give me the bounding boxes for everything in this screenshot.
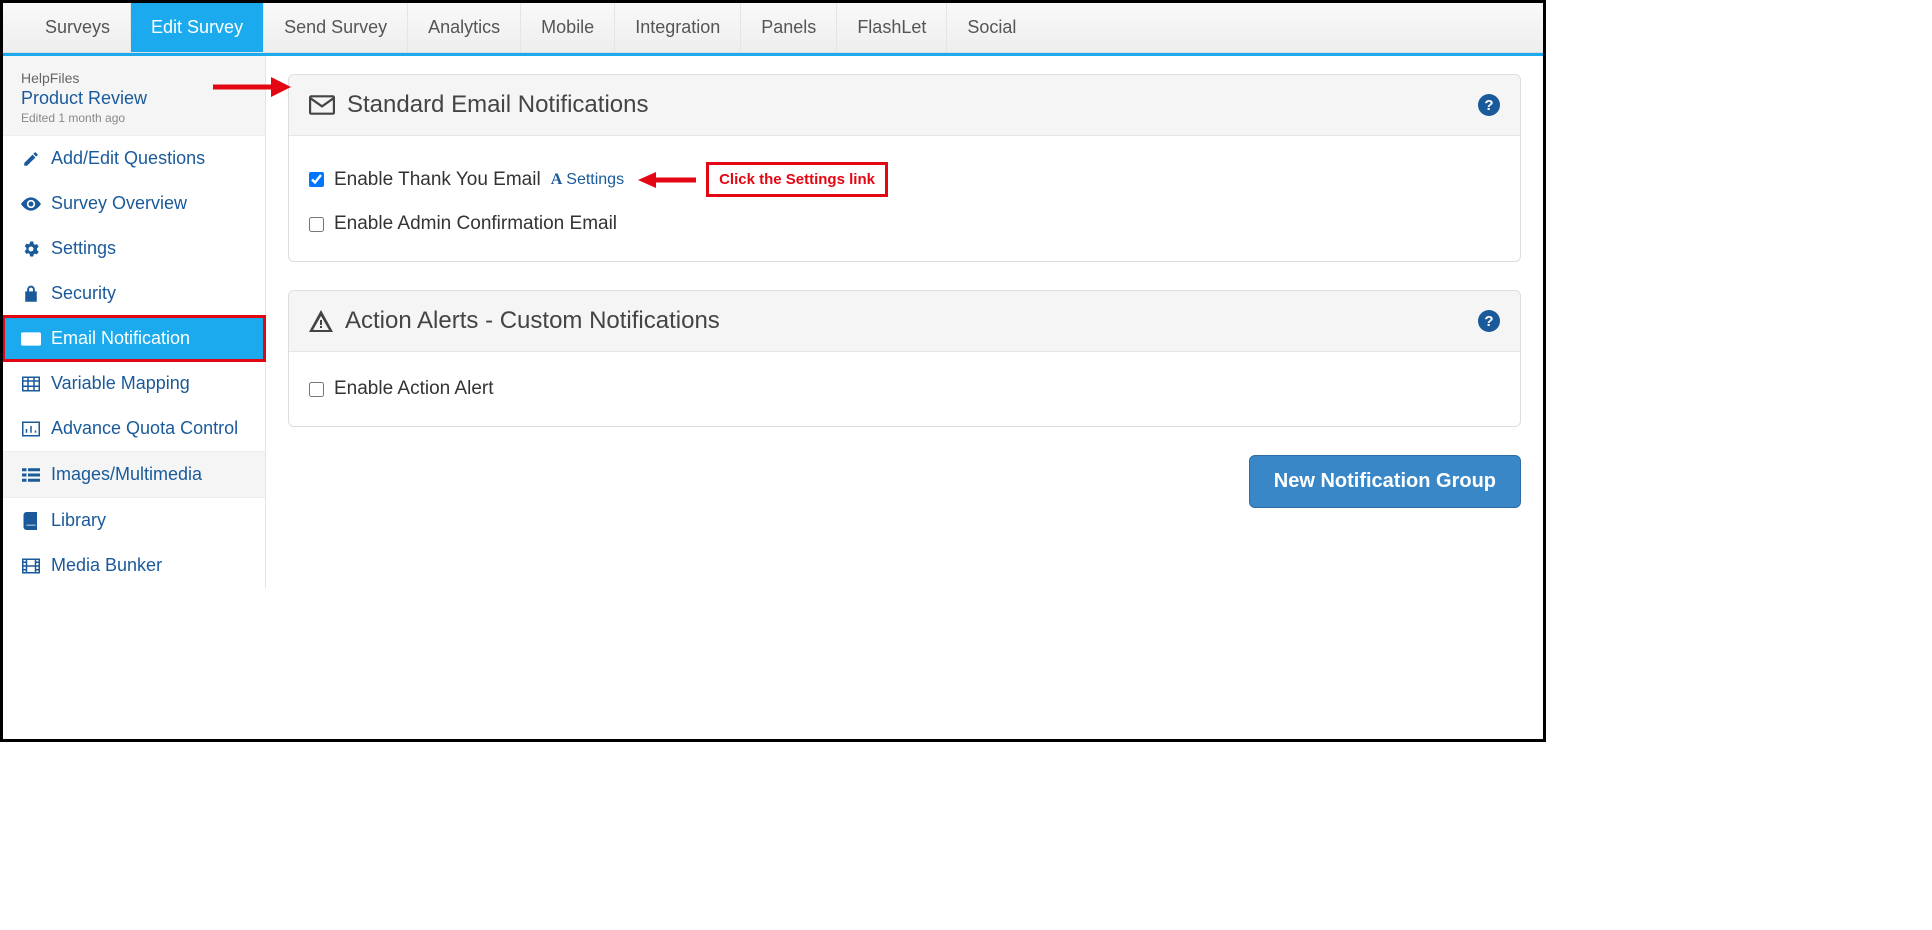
sidebar-item-add-edit-questions[interactable]: Add/Edit Questions [3, 136, 265, 181]
row-admin-confirmation-email: Enable Admin Confirmation Email [309, 205, 1500, 243]
sidebar-item-images-multimedia[interactable]: Images/Multimedia [3, 451, 265, 498]
annotation-callout: Click the Settings link [706, 162, 888, 197]
checkbox-admin-confirmation-email[interactable] [309, 217, 324, 232]
action-row: New Notification Group [288, 455, 1521, 508]
panel-action-alerts: Action Alerts - Custom Notifications ? E… [288, 290, 1521, 427]
nav-analytics[interactable]: Analytics [408, 3, 521, 52]
panel-head-standard: Standard Email Notifications ? [289, 75, 1520, 136]
edited-label: Edited 1 month ago [21, 111, 247, 125]
sidebar-item-label: Media Bunker [51, 555, 162, 576]
warning-icon [309, 310, 333, 332]
nav-send-survey[interactable]: Send Survey [264, 3, 408, 52]
sidebar-item-survey-overview[interactable]: Survey Overview [3, 181, 265, 226]
top-nav: Surveys Edit Survey Send Survey Analytic… [3, 3, 1543, 53]
new-notification-group-button[interactable]: New Notification Group [1249, 455, 1521, 508]
sidebar-item-label: Survey Overview [51, 193, 187, 214]
sidebar-item-library[interactable]: Library [3, 498, 265, 543]
help-icon[interactable]: ? [1478, 94, 1500, 116]
checkbox-action-alert[interactable] [309, 382, 324, 397]
list-icon [21, 465, 41, 485]
sidebar-item-label: Library [51, 510, 106, 531]
row-thank-you-email: Enable Thank You Email A Settings C [309, 154, 1500, 205]
nav-integration[interactable]: Integration [615, 3, 741, 52]
barchart-icon [21, 419, 41, 439]
label-admin-confirmation-email: Enable Admin Confirmation Email [334, 213, 617, 235]
arrow-to-settings [638, 170, 696, 190]
sidebar-item-security[interactable]: Security [3, 271, 265, 316]
nav-edit-survey[interactable]: Edit Survey [131, 3, 264, 52]
settings-link-text: Settings [566, 171, 624, 189]
checkbox-thank-you-email[interactable] [309, 172, 324, 187]
main-content: Standard Email Notifications ? Enable Th… [266, 56, 1543, 588]
sidebar-item-label: Email Notification [51, 328, 190, 349]
row-action-alert: Enable Action Alert [309, 370, 1500, 408]
sidebar-item-label: Settings [51, 238, 116, 259]
sidebar-item-label: Add/Edit Questions [51, 148, 205, 169]
sidebar: HelpFiles Product Review Edited 1 month … [3, 56, 266, 588]
sidebar-item-advance-quota-control[interactable]: Advance Quota Control [3, 406, 265, 451]
sidebar-item-label: Variable Mapping [51, 373, 190, 394]
sidebar-item-email-notification[interactable]: Email Notification [3, 316, 265, 361]
help-icon[interactable]: ? [1478, 310, 1500, 332]
nav-mobile[interactable]: Mobile [521, 3, 615, 52]
panel-title: Action Alerts - Custom Notifications [345, 307, 1466, 335]
envelope-icon [21, 329, 41, 349]
arrow-to-checkbox [211, 75, 291, 99]
table-icon [21, 374, 41, 394]
film-icon [21, 556, 41, 576]
nav-flashlet[interactable]: FlashLet [837, 3, 947, 52]
label-thank-you-email: Enable Thank You Email [334, 169, 541, 191]
font-icon: A [551, 171, 563, 189]
nav-panels[interactable]: Panels [741, 3, 837, 52]
sidebar-item-label: Security [51, 283, 116, 304]
label-action-alert: Enable Action Alert [334, 378, 494, 400]
sidebar-item-media-bunker[interactable]: Media Bunker [3, 543, 265, 588]
book-icon [21, 511, 41, 531]
panel-body-alerts: Enable Action Alert [289, 352, 1520, 426]
panel-head-alerts: Action Alerts - Custom Notifications ? [289, 291, 1520, 352]
nav-surveys[interactable]: Surveys [25, 3, 131, 52]
nav-social[interactable]: Social [947, 3, 1036, 52]
settings-link[interactable]: A Settings [551, 171, 624, 189]
annotation-text: Click the Settings link [719, 171, 875, 188]
gears-icon [21, 239, 41, 259]
sidebar-item-variable-mapping[interactable]: Variable Mapping [3, 361, 265, 406]
panel-title: Standard Email Notifications [347, 91, 1466, 119]
lock-icon [21, 284, 41, 304]
sidebar-item-label: Images/Multimedia [51, 464, 202, 485]
sidebar-item-settings[interactable]: Settings [3, 226, 265, 271]
edit-icon [21, 149, 41, 169]
eye-icon [21, 194, 41, 214]
envelope-solid-icon [309, 95, 335, 115]
sidebar-item-label: Advance Quota Control [51, 418, 238, 439]
panel-standard-email-notifications: Standard Email Notifications ? Enable Th… [288, 74, 1521, 262]
panel-body-standard: Enable Thank You Email A Settings C [289, 136, 1520, 261]
